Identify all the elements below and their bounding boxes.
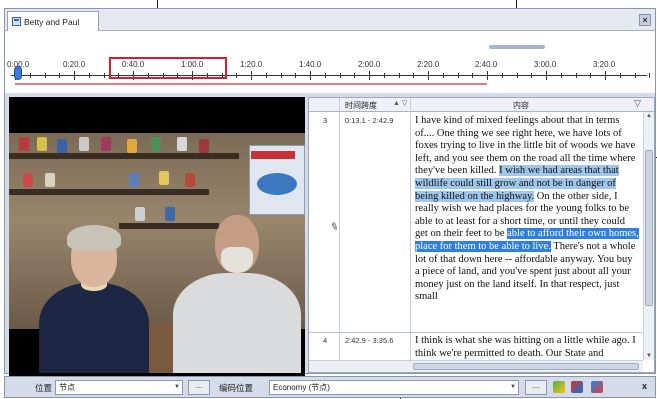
ruler-tick [442, 73, 444, 78]
ruler-tick [310, 71, 311, 80]
ruler-tick [590, 73, 592, 78]
transcript-cell[interactable]: I think is what she was hitting on a lit… [415, 335, 639, 359]
tick-label: 1:20.0 [240, 60, 263, 69]
ruler-tick [413, 73, 415, 78]
tick-label: 3:00.0 [534, 60, 557, 69]
tab-strip: Betty and Paul × [5, 9, 655, 31]
tick-label: 2:00.0 [358, 60, 381, 69]
vertical-scrollbar[interactable]: ▲ ▼ [643, 112, 654, 360]
transcript-cell[interactable]: I have kind of mixed feelings about that… [415, 115, 639, 304]
ruler-tick [560, 73, 562, 78]
ruler-tick [531, 73, 533, 78]
chevron-down-icon: ▼ [510, 384, 516, 390]
tick-label: 2:20.0 [417, 60, 440, 69]
video-player[interactable] [9, 97, 305, 377]
ruler-tick [546, 71, 547, 80]
ruler-tick [354, 73, 356, 78]
timeline-highlight-box [109, 57, 227, 79]
ruler-tick [339, 73, 341, 78]
person-right [173, 273, 301, 373]
tab-title: Betty and Paul [24, 16, 80, 27]
tick-label: 2:40.0 [475, 60, 498, 69]
column-header-content[interactable]: 内容 [513, 100, 529, 111]
row-timespan[interactable]: 0:13.1 - 2:42.9 [345, 116, 393, 125]
column-header-time[interactable]: 时间跨度 [345, 100, 377, 111]
close-bar-icon[interactable]: x [642, 381, 647, 391]
ruler-tick [516, 73, 518, 78]
ruler-tick [501, 73, 503, 78]
browse-button[interactable]: ... [525, 380, 547, 395]
document-window: Betty and Paul × 0:00.0 0:20.0 0:40.0 1:… [4, 8, 656, 377]
close-tab-icon[interactable]: × [639, 14, 651, 26]
ruler-tick [88, 73, 90, 78]
ruler-tick [44, 73, 46, 78]
sort-filter-icon[interactable]: ▲ ▽ [393, 99, 407, 107]
row-timespan[interactable]: 2:42.9 - 3:35.6 [345, 336, 393, 345]
transcript-grid: 时间跨度 ▲ ▽ 内容 ▽ 3 0:13.1 - 2:42.9 ✎ I have… [308, 97, 655, 373]
horizontal-scrollbar[interactable] [309, 360, 643, 372]
timeline-coverage-line [15, 83, 487, 85]
ruler-tick [487, 71, 488, 80]
tick-label: 3:20.0 [593, 60, 616, 69]
scroll-up-icon[interactable]: ▲ [646, 113, 652, 119]
coding-bar: 位置 节点 ▼ ... 编码位置 Economy (节点) ▼ ... x [4, 376, 656, 398]
timeline-ruler[interactable]: 0:00.0 0:20.0 0:40.0 1:00.0 1:20.0 1:40.… [5, 31, 655, 93]
new-node-icon[interactable] [591, 381, 603, 393]
video-frame [9, 133, 305, 373]
ruler-tick [103, 73, 105, 78]
encode-combo[interactable]: Economy (节点) ▼ [269, 380, 519, 395]
ruler-tick [619, 73, 621, 78]
ruler-tick [59, 73, 61, 78]
ruler-tick [324, 73, 326, 78]
code-icon[interactable] [553, 381, 565, 393]
ruler-tick [634, 73, 636, 78]
ruler-tick [605, 71, 606, 80]
tab-document[interactable]: Betty and Paul [7, 11, 99, 31]
uncode-icon[interactable] [571, 381, 583, 393]
ruler-tick [251, 71, 252, 80]
encode-label: 编码位置 [219, 383, 254, 393]
row-number: 4 [323, 336, 328, 345]
browse-button[interactable]: ... [188, 380, 210, 395]
scroll-down-icon[interactable]: ▼ [646, 353, 652, 359]
tick-label: 1:40.0 [299, 60, 322, 69]
ruler-tick [649, 73, 651, 78]
position-combo[interactable]: 节点 ▼ [55, 380, 183, 395]
tick-label: 0:20.0 [63, 60, 86, 69]
ruler-tick [472, 73, 474, 78]
ruler-tick [398, 73, 400, 78]
ruler-tick [74, 71, 75, 80]
timeline-axis [11, 75, 647, 76]
row-number: 3 [323, 116, 328, 125]
scrollbar-thumb[interactable] [645, 150, 653, 306]
timeline-selection-bar[interactable] [489, 45, 545, 49]
scrollbar-thumb[interactable] [413, 363, 639, 370]
person-left [39, 283, 149, 373]
ruler-tick [29, 73, 31, 78]
ruler-tick [457, 73, 459, 78]
ruler-tick [280, 73, 282, 78]
ruler-tick [383, 73, 385, 78]
chevron-down-icon: ▼ [174, 384, 180, 390]
ruler-tick [575, 73, 577, 78]
ruler-tick [236, 73, 238, 78]
ruler-tick [369, 71, 370, 80]
ruler-tick [428, 71, 429, 80]
playhead-handle[interactable] [14, 66, 22, 80]
position-label: 位置 [35, 383, 53, 393]
document-icon [12, 17, 21, 26]
ruler-tick [265, 73, 267, 78]
ruler-tick [295, 73, 297, 78]
filter-icon[interactable]: ▽ [634, 98, 641, 109]
grid-header: 时间跨度 ▲ ▽ 内容 ▽ [309, 98, 654, 112]
